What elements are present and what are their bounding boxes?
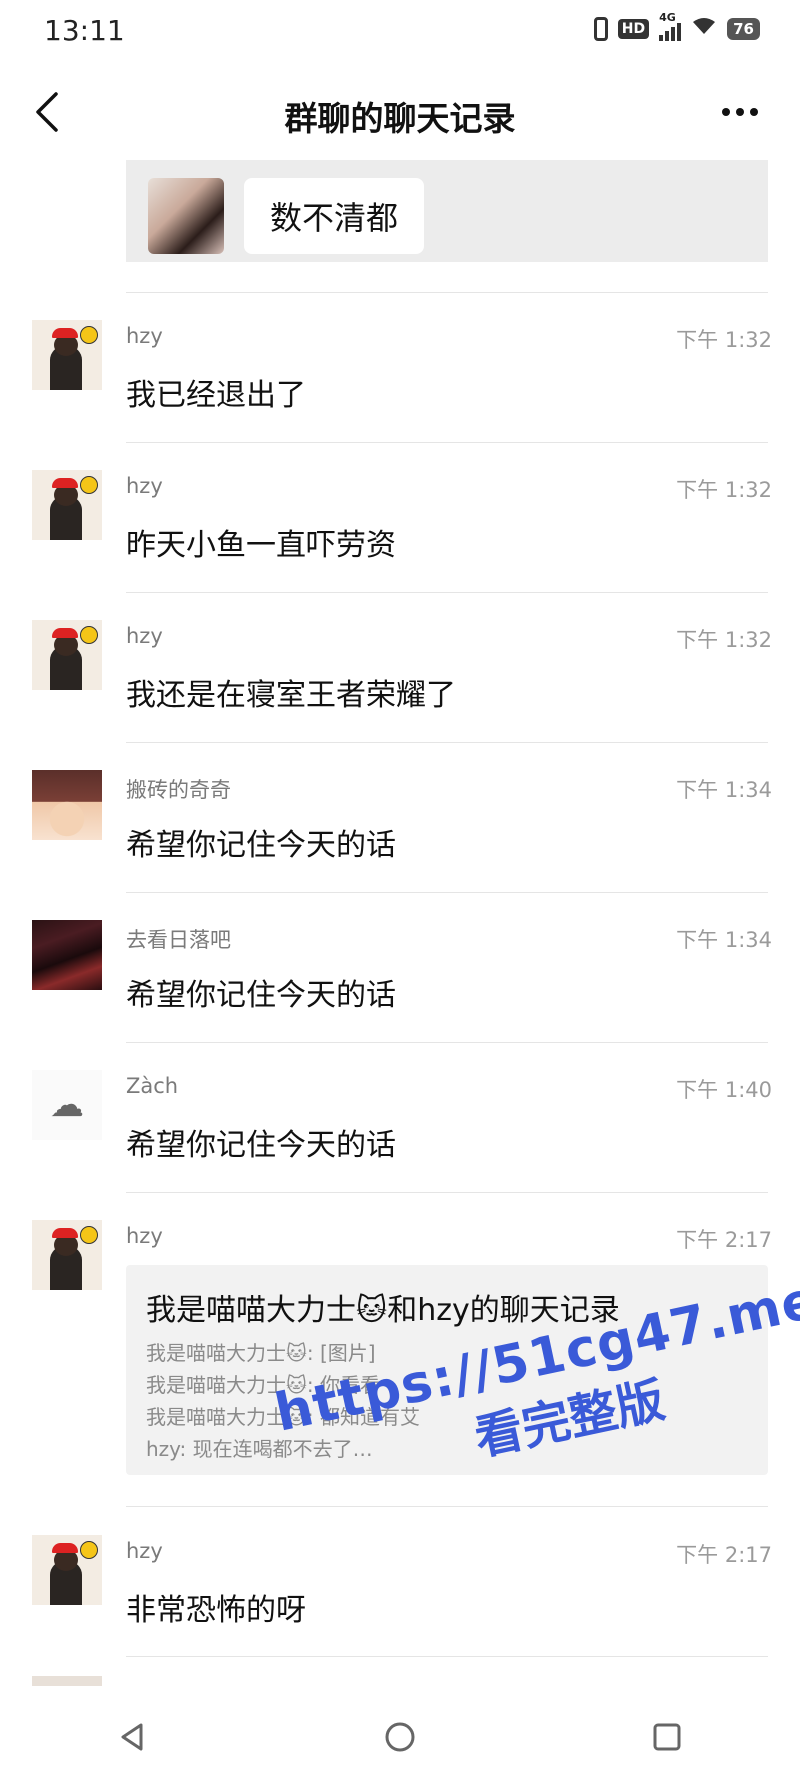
- message-time: 下午 1:34: [676, 778, 772, 802]
- message-text: 我还是在寝室王者荣耀了: [126, 678, 456, 713]
- cloud-icon: ☁: [50, 1085, 84, 1125]
- avatar: [32, 1676, 102, 1686]
- more-horizontal-icon: [722, 108, 730, 116]
- message-text: 昨天小鱼一直吓劳资: [126, 528, 396, 563]
- hd-icon: HD: [617, 19, 650, 39]
- divider: [126, 1506, 768, 1507]
- avatar[interactable]: ☁: [32, 1070, 102, 1140]
- wifi-icon: [691, 16, 717, 42]
- message-text: 我已经退出了: [126, 378, 306, 413]
- avatar[interactable]: [32, 320, 102, 390]
- sender-name: hzy: [126, 624, 163, 648]
- chat-record-line: 我是喵喵大力士🐱: [图片]: [146, 1341, 376, 1365]
- nav-recents-button[interactable]: [637, 1707, 697, 1767]
- sender-name: 去看日落吧: [126, 928, 231, 952]
- divider: [126, 1656, 768, 1657]
- message-time: 下午 1:32: [676, 328, 772, 352]
- divider: [126, 742, 768, 743]
- divider: [126, 1042, 768, 1043]
- more-button[interactable]: [710, 90, 770, 134]
- square-recents-icon: [653, 1723, 681, 1751]
- page-title: 群聊的聊天记录: [284, 99, 516, 138]
- message-text: 非常恐怖的呀: [126, 1593, 306, 1628]
- avatar[interactable]: [32, 770, 102, 840]
- message-time: 下午 1:32: [676, 628, 772, 652]
- network-type-label: 4G: [659, 11, 676, 24]
- avatar[interactable]: [32, 470, 102, 540]
- chat-record-line: 我是喵喵大力士🐱: 都知道有艾: [146, 1405, 420, 1429]
- nav-back-button[interactable]: [103, 1707, 163, 1767]
- divider: [126, 442, 768, 443]
- nav-home-button[interactable]: [370, 1707, 430, 1767]
- quoted-message-text: 数不清都: [244, 178, 425, 254]
- app-header: 群聊的聊天记录: [0, 64, 800, 160]
- signal-icon: 4G: [659, 11, 682, 41]
- quoted-message-card[interactable]: 数不清都: [126, 160, 768, 262]
- circle-home-icon: [385, 1722, 415, 1752]
- message-time: 下午 1:32: [676, 478, 772, 502]
- system-nav-bar: [0, 1690, 800, 1784]
- avatar[interactable]: [32, 920, 102, 990]
- divider: [126, 292, 768, 293]
- sender-name: 搬砖的奇奇: [126, 778, 231, 802]
- status-icons: HD 4G 76: [593, 11, 760, 42]
- avatar[interactable]: [32, 1220, 102, 1290]
- avatar[interactable]: [32, 1535, 102, 1605]
- triangle-back-icon: [121, 1723, 143, 1751]
- message-text: 希望你记住今天的话: [126, 1128, 396, 1163]
- sender-name: hzy: [126, 1224, 163, 1248]
- message-time: 下午 1:34: [676, 928, 772, 952]
- message-time: 下午 2:17: [676, 1543, 772, 1567]
- message-time: 下午 1:40: [676, 1078, 772, 1102]
- chat-record-title: 我是喵喵大力士🐱和hzy的聊天记录: [146, 1293, 620, 1328]
- message-time: 下午 2:17: [676, 1228, 772, 1252]
- status-bar: 13:11 HD 4G 76: [0, 0, 800, 64]
- message-text: 希望你记住今天的话: [126, 828, 396, 863]
- chat-record-card[interactable]: 我是喵喵大力士🐱和hzy的聊天记录 我是喵喵大力士🐱: [图片] 我是喵喵大力士…: [126, 1265, 768, 1475]
- avatar: [148, 178, 224, 254]
- vibrate-icon: [593, 17, 608, 41]
- sender-name: hzy: [126, 324, 163, 348]
- battery-icon: 76: [727, 18, 760, 40]
- avatar[interactable]: [32, 620, 102, 690]
- chat-record-line: hzy: 现在连喝都不去了…: [146, 1437, 373, 1461]
- chat-record-line: 我是喵喵大力士🐱: 你看看: [146, 1373, 380, 1397]
- sender-name: Zàch: [126, 1074, 179, 1098]
- sender-name: hzy: [126, 474, 163, 498]
- sender-name: hzy: [126, 1539, 163, 1563]
- divider: [126, 592, 768, 593]
- divider: [126, 892, 768, 893]
- message-text: 希望你记住今天的话: [126, 978, 396, 1013]
- divider: [126, 1192, 768, 1193]
